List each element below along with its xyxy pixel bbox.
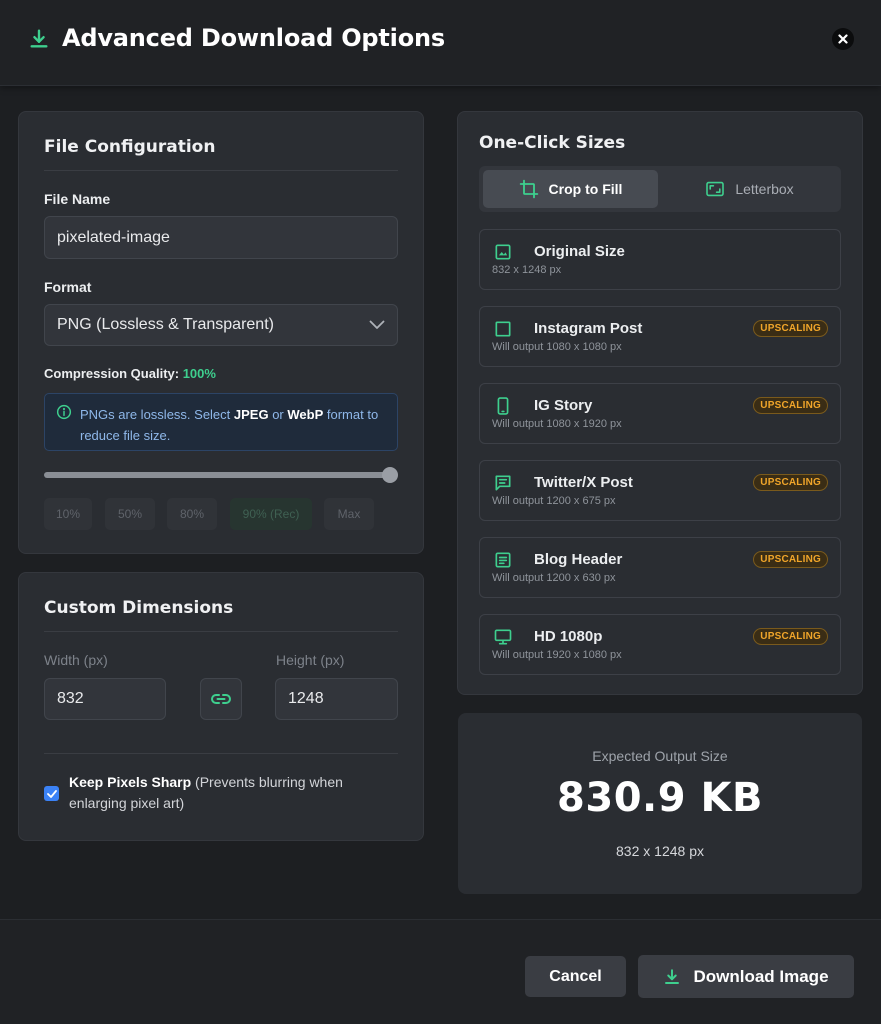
height-label: Height (px) <box>276 652 345 668</box>
file-name-label: File Name <box>44 191 111 207</box>
upscaling-badge: UPSCALING <box>753 551 828 568</box>
preset-max-button[interactable]: Max <box>324 498 374 530</box>
expected-output-dims: 832 x 1248 px <box>616 843 704 859</box>
file-name-value: pixelated-image <box>57 228 170 246</box>
size-option-name: Original Size <box>534 243 625 260</box>
size-option-dims: 832 x 1248 px <box>492 264 562 276</box>
size-option-name: Instagram Post <box>534 320 643 337</box>
quality-slider-track[interactable] <box>44 472 397 478</box>
divider <box>44 170 398 171</box>
check-icon <box>46 789 57 798</box>
size-option-dims: Will output 1920 x 1080 px <box>492 649 622 661</box>
size-option-name: IG Story <box>534 397 593 414</box>
size-option-dims: Will output 1200 x 630 px <box>492 572 616 584</box>
preset-50-button[interactable]: 50% <box>105 498 155 530</box>
upscaling-badge: UPSCALING <box>753 320 828 337</box>
preset-80-button[interactable]: 80% <box>167 498 217 530</box>
keep-pixels-sharp-label[interactable]: Keep Pixels Sharp (Prevents blurring whe… <box>69 772 369 814</box>
preset-10-button[interactable]: 10% <box>44 498 92 530</box>
monitor-icon <box>494 629 512 645</box>
size-option-original[interactable]: Original Size 832 x 1248 px <box>479 229 841 290</box>
preset-90-rec-button[interactable]: 90% (Rec) <box>230 498 312 530</box>
download-icon <box>30 29 48 48</box>
letterbox-icon <box>706 181 725 197</box>
close-icon <box>838 34 848 44</box>
size-option-instagram-post[interactable]: Instagram Post Will output 1080 x 1080 p… <box>479 306 841 367</box>
compression-quality-value: 100% <box>182 366 216 381</box>
info-icon <box>56 404 72 420</box>
dialog-title: Advanced Download Options <box>62 24 445 52</box>
one-click-sizes-title: One-Click Sizes <box>479 133 626 153</box>
cancel-button[interactable]: Cancel <box>525 956 626 997</box>
dialog-header: Advanced Download Options <box>0 0 881 86</box>
size-option-blog-header[interactable]: Blog Header Will output 1200 x 630 px UP… <box>479 537 841 598</box>
height-input[interactable]: 1248 <box>275 678 398 720</box>
upscaling-badge: UPSCALING <box>753 628 828 645</box>
custom-dimensions-title: Custom Dimensions <box>44 598 234 618</box>
info-box: PNGs are lossless. Select JPEG or WebP f… <box>44 393 398 451</box>
keep-pixels-sharp-checkbox[interactable] <box>44 786 59 801</box>
format-select[interactable]: PNG (Lossless & Transparent) <box>44 304 398 346</box>
expected-output-card: Expected Output Size 830.9 KB 832 x 1248… <box>458 713 862 894</box>
width-label: Width (px) <box>44 652 108 668</box>
size-option-hd-1080p[interactable]: HD 1080p Will output 1920 x 1080 px UPSC… <box>479 614 841 675</box>
size-option-name: HD 1080p <box>534 628 603 645</box>
width-input[interactable]: 832 <box>44 678 166 720</box>
quality-slider-thumb[interactable] <box>382 467 398 483</box>
file-name-input[interactable]: pixelated-image <box>44 216 398 259</box>
link-icon <box>211 694 231 704</box>
compression-quality-label: Compression Quality: 100% <box>44 366 216 381</box>
expected-output-caption: Expected Output Size <box>592 748 728 764</box>
crop-icon <box>519 179 538 199</box>
size-option-name: Blog Header <box>534 551 623 568</box>
close-button[interactable] <box>832 28 854 50</box>
download-icon <box>665 968 680 984</box>
file-configuration-title: File Configuration <box>44 137 216 157</box>
size-option-dims: Will output 1200 x 675 px <box>492 495 616 507</box>
size-option-twitter-x-post[interactable]: Twitter/X Post Will output 1200 x 675 px… <box>479 460 841 521</box>
divider <box>44 753 398 754</box>
link-aspect-button[interactable] <box>200 678 242 720</box>
format-label: Format <box>44 279 92 295</box>
expected-output-size: 830.9 KB <box>557 775 763 821</box>
height-value: 1248 <box>288 690 324 707</box>
upscaling-badge: UPSCALING <box>753 397 828 414</box>
square-icon <box>495 321 511 337</box>
upscaling-badge: UPSCALING <box>753 474 828 491</box>
message-icon <box>495 475 511 491</box>
info-text: PNGs are lossless. Select JPEG or WebP f… <box>80 407 379 443</box>
article-icon <box>495 552 511 568</box>
size-option-dims: Will output 1080 x 1080 px <box>492 341 622 353</box>
letterbox-option[interactable]: Letterbox <box>662 170 837 208</box>
image-icon <box>495 244 511 260</box>
crop-to-fill-option[interactable]: Crop to Fill <box>483 170 658 208</box>
phone-icon <box>497 397 509 415</box>
format-value: PNG (Lossless & Transparent) <box>57 316 274 333</box>
chevron-down-icon <box>369 320 385 329</box>
divider <box>44 631 398 632</box>
fit-mode-toggle: Crop to Fill Letterbox <box>479 166 841 212</box>
width-value: 832 <box>57 690 84 707</box>
size-option-name: Twitter/X Post <box>534 474 633 491</box>
download-image-button[interactable]: Download Image <box>638 955 854 998</box>
size-option-dims: Will output 1080 x 1920 px <box>492 418 622 430</box>
size-option-ig-story[interactable]: IG Story Will output 1080 x 1920 px UPSC… <box>479 383 841 444</box>
